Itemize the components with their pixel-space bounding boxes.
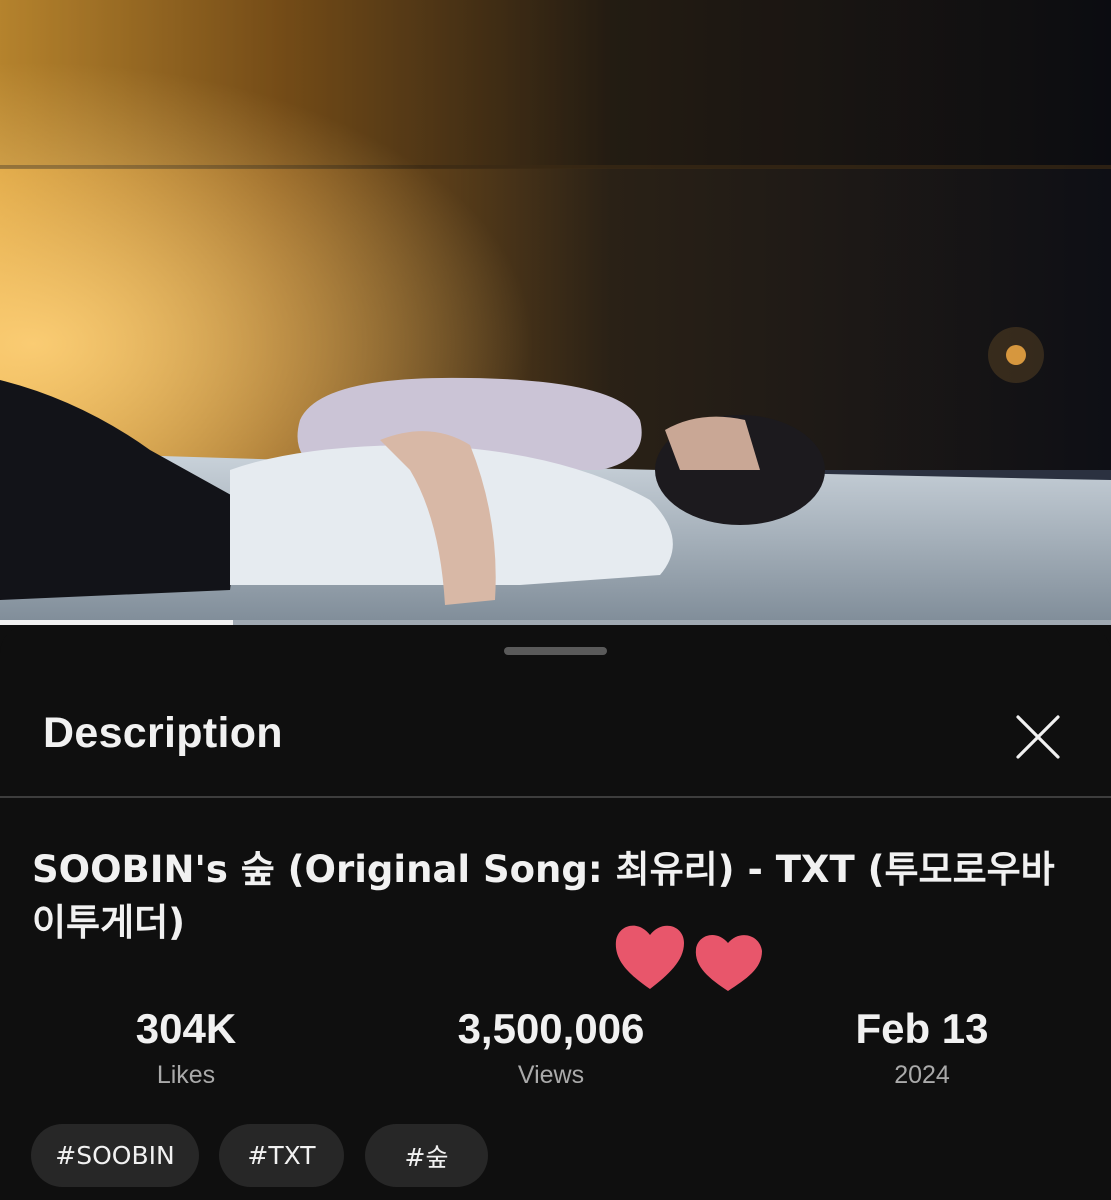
close-button[interactable] <box>1006 705 1070 769</box>
publish-date: Feb 13 <box>855 1005 989 1052</box>
video-title: SOOBIN's 숲 (Original Song: 최유리) - TXT (투… <box>32 848 1055 944</box>
views-stat: 3,500,006 Views <box>401 1005 701 1090</box>
publish-year: 2024 <box>894 1061 950 1089</box>
video-frame-scene <box>0 0 1111 625</box>
likes-label: Likes <box>156 1061 216 1089</box>
hearts-sticker <box>612 917 768 997</box>
views-label: Views <box>517 1061 585 1089</box>
sheet-drag-handle[interactable] <box>504 647 607 655</box>
close-icon <box>1016 715 1060 759</box>
publish-date-stat: Feb 13 2024 <box>822 1005 1022 1090</box>
video-description-screen: Description SOOBIN's 숲 (Original Song: 최… <box>0 0 1111 1200</box>
likes-stat: 304K Likes <box>86 1005 286 1090</box>
views-count: 3,500,006 <box>457 1005 645 1052</box>
hashtag-chip[interactable]: #SOOBIN <box>31 1124 199 1187</box>
hashtag-chip[interactable]: #숲 <box>365 1124 488 1187</box>
hashtag-chip[interactable]: #TXT <box>219 1124 344 1187</box>
video-player[interactable] <box>0 0 1111 625</box>
likes-count: 304K <box>135 1005 237 1052</box>
sheet-title: Description <box>43 709 283 757</box>
description-sheet: Description SOOBIN's 숲 (Original Song: 최… <box>0 625 1111 1200</box>
header-divider <box>0 796 1111 798</box>
